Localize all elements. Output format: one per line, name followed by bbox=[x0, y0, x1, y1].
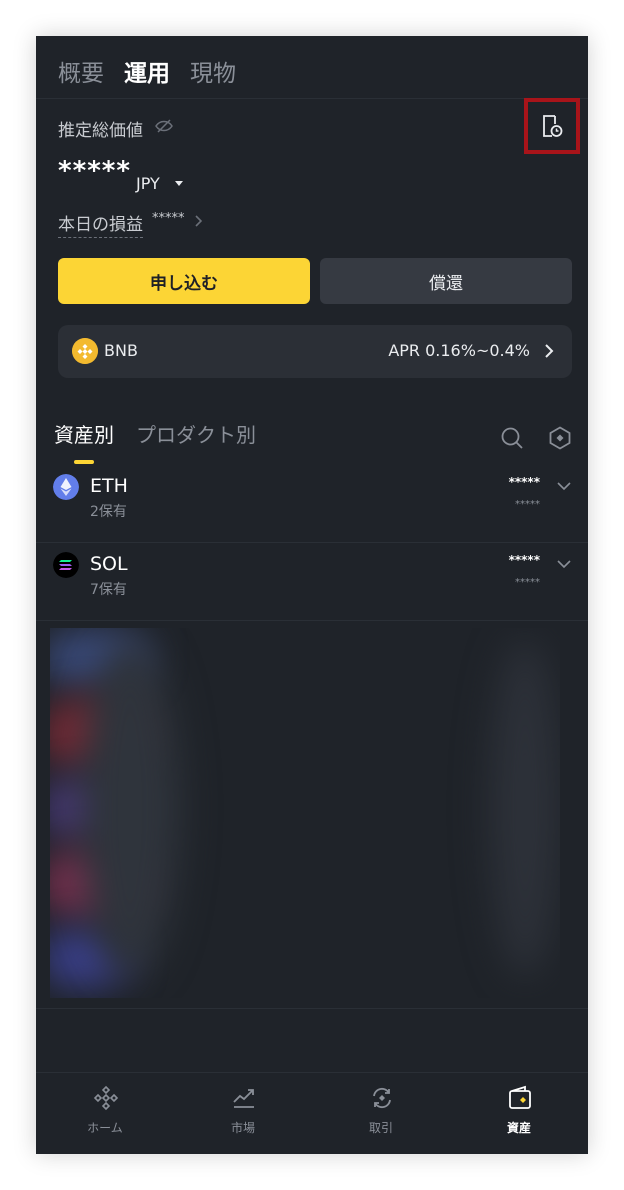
tab-by-asset[interactable]: 資産別 bbox=[54, 419, 114, 448]
tab-spot[interactable]: 現物 bbox=[190, 54, 236, 88]
bottom-nav: ホーム 市場 取引 資産 bbox=[36, 1072, 588, 1154]
trade-exchange-icon bbox=[373, 1087, 391, 1109]
hexagon-settings-icon[interactable] bbox=[548, 426, 572, 450]
currency-selector[interactable]: JPY bbox=[136, 174, 160, 193]
todays-pnl-label[interactable]: 本日の損益 bbox=[58, 210, 143, 238]
nav-markets[interactable]: 市場 bbox=[174, 1073, 312, 1154]
market-chart-icon bbox=[233, 1089, 254, 1108]
tab-earn[interactable]: 運用 bbox=[124, 54, 170, 88]
total-value: ***** bbox=[58, 156, 131, 186]
asset-sub-amount: ***** bbox=[515, 499, 540, 510]
sol-coin-icon bbox=[53, 552, 79, 578]
nav-markets-label: 市場 bbox=[230, 1121, 255, 1135]
bnb-promo-card[interactable]: BNB APR 0.16%~0.4% bbox=[58, 325, 572, 378]
subscribe-button[interactable]: 申し込む bbox=[58, 258, 310, 304]
asset-row-eth[interactable]: ETH 2保有 ***** ***** bbox=[36, 465, 588, 543]
nav-home[interactable]: ホーム bbox=[36, 1073, 174, 1154]
top-tab-bar: 概要 運用 現物 bbox=[36, 36, 588, 99]
promo-coin-name: BNB bbox=[104, 341, 138, 360]
asset-amount: ***** bbox=[508, 475, 540, 489]
eth-coin-icon bbox=[53, 474, 79, 500]
nav-trade-label: 取引 bbox=[368, 1121, 393, 1135]
asset-holdings: 7保有 bbox=[90, 582, 127, 598]
asset-amount: ***** bbox=[508, 553, 540, 567]
asset-name: SOL bbox=[90, 553, 128, 575]
nav-assets-label: 資産 bbox=[506, 1121, 531, 1135]
chevron-right-icon[interactable] bbox=[194, 214, 204, 228]
tab-by-product[interactable]: プロダクト別 bbox=[136, 419, 256, 448]
nav-home-label: ホーム bbox=[87, 1121, 123, 1135]
total-value-label: 推定総価値 bbox=[58, 121, 143, 141]
eye-hidden-icon[interactable] bbox=[154, 118, 174, 134]
search-icon[interactable] bbox=[500, 426, 524, 450]
home-diamond-icon bbox=[93, 1085, 119, 1111]
redeem-button[interactable]: 償還 bbox=[320, 258, 572, 304]
tab-indicator bbox=[74, 460, 94, 464]
nav-assets[interactable]: 資産 bbox=[450, 1073, 588, 1154]
divider bbox=[36, 1008, 588, 1009]
blurred-asset-list bbox=[50, 628, 560, 998]
blurred-content bbox=[490, 638, 560, 978]
chevron-down-icon[interactable] bbox=[556, 481, 572, 491]
app-screen: 概要 運用 現物 推定総価値 ***** JPY 本日の損益 ***** 申し込… bbox=[36, 36, 588, 1154]
asset-sub-amount: ***** bbox=[515, 577, 540, 588]
caret-down-icon[interactable] bbox=[175, 181, 183, 186]
history-button[interactable] bbox=[524, 98, 580, 154]
tab-overview[interactable]: 概要 bbox=[58, 54, 104, 88]
asset-name: ETH bbox=[90, 475, 128, 497]
promo-apr: APR 0.16%~0.4% bbox=[388, 341, 530, 360]
history-record-icon bbox=[543, 115, 563, 137]
chevron-right-icon bbox=[545, 344, 554, 358]
asset-holdings: 2保有 bbox=[90, 504, 127, 520]
todays-pnl-value: ***** bbox=[152, 211, 185, 226]
blurred-content bbox=[80, 638, 180, 978]
bnb-coin-icon bbox=[72, 338, 98, 364]
wallet-icon bbox=[509, 1085, 531, 1109]
chevron-down-icon[interactable] bbox=[556, 559, 572, 569]
asset-row-sol[interactable]: SOL 7保有 ***** ***** bbox=[36, 543, 588, 621]
nav-trade[interactable]: 取引 bbox=[312, 1073, 450, 1154]
